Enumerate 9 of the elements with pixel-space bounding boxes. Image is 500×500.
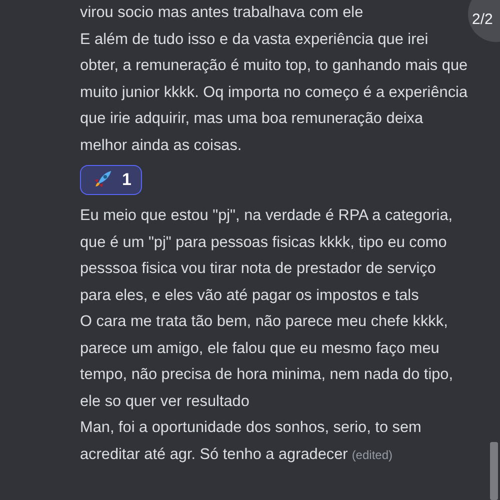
message-text: E além de tudo isso e da vasta experiência que irei obter, a remuneração é muito top, to ganhando mais que muito junior kkkk. Oq importa no começo é a experiência que irie adquirir, mas uma boa remuneração deixa melhor ainda as coisas. bbox=[80, 30, 468, 156]
message-text: O cara me trata tão bem, não parece meu chefe kkkk, parece um amigo, ele falou que eu mesmo faço meu tempo, não precisa de hora minima, nem nada do tipo, ele so quer ver resultado bbox=[80, 312, 454, 412]
reaction-button[interactable]: 1 bbox=[80, 165, 142, 195]
scrollbar-thumb[interactable] bbox=[490, 442, 498, 500]
message-text: Eu meio que estou "pj", na verdade é RPA a categoria, que é um "pj" para pessoas fisicas kkkk, tipo eu como pesssoa fisica vou tirar nota de prestador de serviço para eles, e eles vão até pagar os impostos e tals bbox=[80, 206, 454, 306]
message-text: Man, foi a oportunidade dos sonhos, serio, to sem acreditar até agr. Só tenho a agradecer (edited) bbox=[80, 418, 422, 464]
page-indicator: 2/2 bbox=[468, 0, 500, 42]
edited-label: (edited) bbox=[352, 448, 392, 462]
message-text: virou socio mas antes trabalhava com ele bbox=[80, 3, 364, 23]
